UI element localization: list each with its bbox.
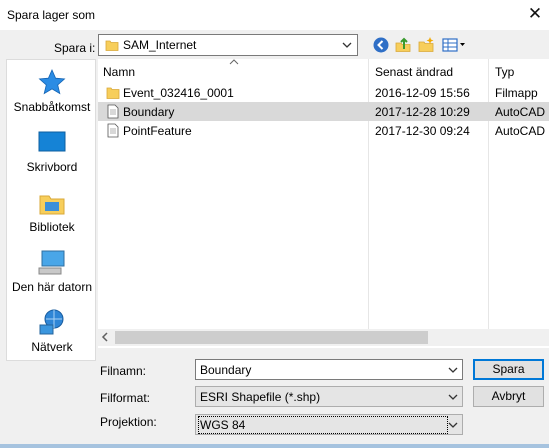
place-desktop[interactable]: Skrivbord [7, 128, 97, 174]
projection-dropdown[interactable]: WGS 84 [195, 414, 463, 435]
file-name: PointFeature [123, 124, 192, 138]
column-header-modified[interactable]: Senast ändrad [375, 65, 453, 79]
places-bar: Snabbåtkomst Skrivbord Bibliotek Den här… [6, 59, 96, 361]
place-label: Snabbåtkomst [13, 100, 91, 114]
new-folder-icon[interactable] [417, 36, 435, 54]
file-icon [107, 123, 119, 138]
file-type: AutoCAD [495, 105, 546, 119]
place-this-pc[interactable]: Den här datorn [7, 248, 97, 294]
list-item-selected[interactable]: Boundary 2017-12-28 10:29 AutoCAD [98, 102, 549, 121]
file-type: Filmapp [495, 86, 538, 100]
location-value: SAM_Internet [123, 38, 197, 52]
back-icon[interactable] [372, 36, 390, 54]
file-name: Boundary [123, 105, 175, 119]
computer-icon [38, 250, 65, 275]
save-in-label: Spara i: [54, 41, 96, 55]
sort-ascending-icon [229, 59, 239, 65]
filename-input[interactable]: Boundary [195, 359, 463, 380]
location-dropdown[interactable]: SAM_Internet [98, 34, 358, 56]
scrollbar-thumb[interactable] [115, 331, 428, 344]
file-modified: 2016-12-09 15:56 [375, 86, 470, 100]
format-label: Filformat: [100, 391, 151, 405]
chevron-down-icon [448, 394, 458, 400]
folder-icon [106, 87, 120, 99]
dialog-title: Spara lager som [7, 8, 96, 22]
chevron-down-icon[interactable] [447, 364, 459, 376]
place-quick-access[interactable]: Snabbåtkomst [7, 68, 97, 114]
library-icon [39, 195, 65, 215]
format-value: ESRI Shapefile (*.shp) [200, 390, 321, 404]
place-label: Den här datorn [11, 280, 93, 294]
horizontal-scrollbar[interactable] [98, 329, 549, 346]
file-modified: 2017-12-30 09:24 [375, 124, 470, 138]
place-label: Skrivbord [26, 160, 78, 174]
star-icon [38, 69, 66, 95]
title-bar: Spara lager som ✕ [0, 0, 549, 30]
up-folder-icon[interactable] [394, 36, 412, 54]
column-header-name[interactable]: Namn [103, 65, 135, 79]
list-item[interactable]: Event_032416_0001 2016-12-09 15:56 Filma… [98, 83, 549, 102]
place-label: Nätverk [31, 340, 73, 354]
place-network[interactable]: Nätverk [7, 308, 97, 354]
format-dropdown[interactable]: ESRI Shapefile (*.shp) [195, 386, 463, 407]
list-item[interactable]: PointFeature 2017-12-30 09:24 AutoCAD [98, 121, 549, 140]
projection-value: WGS 84 [198, 416, 448, 434]
file-list[interactable]: Namn Senast ändrad Typ Event_032416_0001… [98, 59, 549, 348]
filename-label: Filnamn: [100, 364, 147, 378]
filename-value: Boundary [200, 363, 252, 377]
network-icon [39, 309, 64, 335]
close-icon[interactable]: ✕ [525, 4, 545, 24]
chevron-down-icon [448, 422, 458, 428]
file-name: Event_032416_0001 [123, 86, 234, 100]
chevron-down-icon [342, 42, 352, 48]
column-header-type[interactable]: Typ [495, 65, 514, 79]
folder-icon [105, 40, 119, 51]
projection-label: Projektion: [100, 415, 157, 429]
file-modified: 2017-12-28 10:29 [375, 105, 470, 119]
place-label: Bibliotek [29, 220, 75, 234]
desktop-icon [38, 131, 66, 152]
window-edge [0, 444, 549, 448]
file-type: AutoCAD [495, 124, 546, 138]
view-menu-icon[interactable] [441, 36, 467, 54]
save-button[interactable]: Spara [473, 359, 544, 380]
place-libraries[interactable]: Bibliotek [7, 188, 97, 234]
scroll-left-icon[interactable] [100, 332, 110, 342]
cancel-button[interactable]: Avbryt [473, 386, 544, 407]
file-icon [107, 104, 119, 119]
